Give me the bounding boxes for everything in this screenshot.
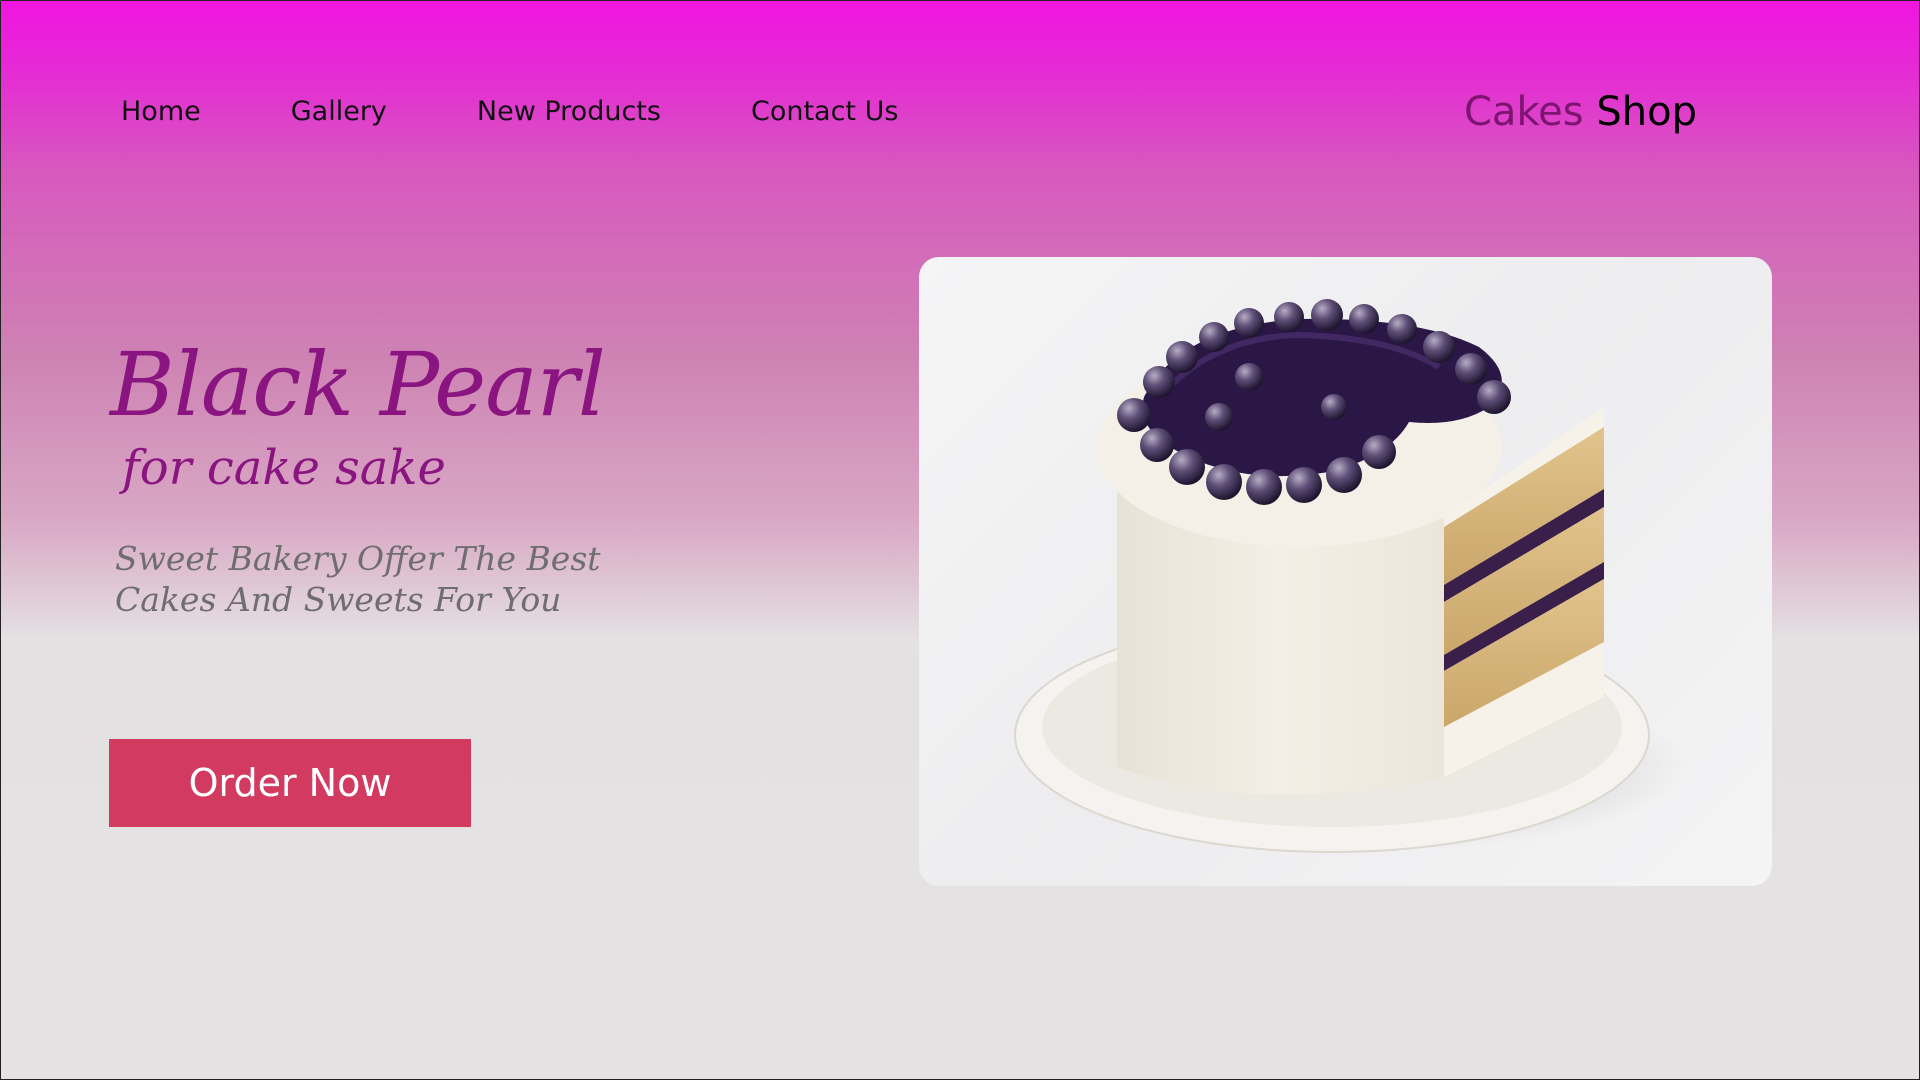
main-nav: Home Gallery New Products Contact Us	[121, 92, 898, 132]
brand-word-shop: Shop	[1596, 89, 1697, 135]
order-now-button[interactable]: Order Now	[109, 739, 471, 827]
nav-new-products[interactable]: New Products	[477, 92, 661, 132]
nav-home[interactable]: Home	[121, 92, 201, 132]
nav-gallery[interactable]: Gallery	[291, 92, 387, 132]
hero-title: Black Pearl	[110, 333, 606, 436]
brand-word-cakes: Cakes	[1464, 89, 1584, 135]
cake-illustration	[1014, 299, 1689, 853]
nav-contact-us[interactable]: Contact Us	[751, 92, 898, 132]
brand-logo[interactable]: Cakes Shop	[1464, 86, 1697, 138]
cake-photo	[919, 257, 1772, 886]
hero-subtitle: for cake sake	[122, 440, 446, 496]
hero-description: Sweet Bakery Offer The Best Cakes And Sw…	[115, 539, 601, 619]
